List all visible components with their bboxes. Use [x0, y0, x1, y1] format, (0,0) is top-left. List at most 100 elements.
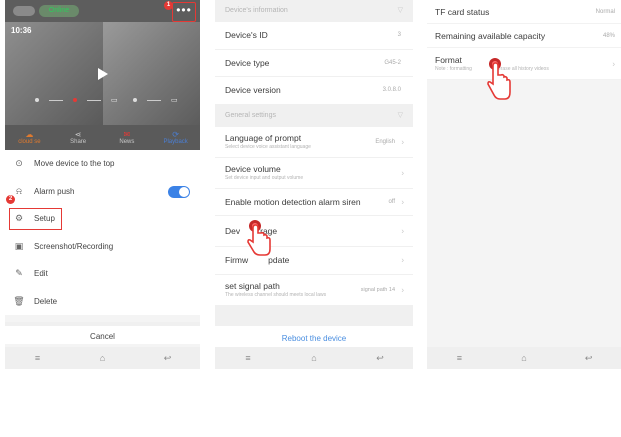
row-sublabel: Note : formatting erase all history video… [435, 66, 621, 72]
menu-item-label: Edit [34, 269, 48, 279]
label-part: Firmw [225, 255, 249, 266]
row-value: off [388, 198, 395, 205]
control-line [87, 99, 101, 101]
video-tile-left [5, 22, 103, 125]
trash-icon: 🗑 [13, 295, 25, 306]
camera-name-pill [13, 6, 35, 16]
camera-preview-area: Online ••• 1 10:36 ▭ ▭ ☁ cloud se ⋖ Shar… [5, 0, 200, 150]
control-dot-icon [35, 98, 39, 102]
home-icon[interactable]: ⌂ [514, 353, 534, 363]
menu-item-label: Delete [34, 296, 58, 306]
row-remaining-capacity: Remaining available capacity 48% [427, 24, 621, 48]
toolbar-label: Playback [163, 139, 188, 145]
row-sublabel: The wireless channel should meets local … [225, 292, 327, 298]
row-value: 48% [602, 32, 615, 39]
row-value: English [375, 138, 395, 145]
back-icon[interactable]: ↩ [158, 353, 178, 364]
screen-icon[interactable]: ▭ [171, 96, 178, 104]
system-nav-bar: ≡ ⌂ ↩ [215, 347, 413, 369]
tap-hand-icon [247, 220, 271, 256]
row-value: 3 [397, 32, 401, 39]
row-motion-detection-siren[interactable]: Enable motion detection alarm siren off … [215, 188, 413, 216]
playback-icon: ⟳ [172, 130, 179, 139]
menu-item-screenshot-recording[interactable]: ▣ Screenshot/Recording [5, 233, 200, 261]
device-menu: ⊙ Move device to the top ⍾ Alarm push ⚙ … [5, 150, 200, 315]
step-two-marker: 2 [6, 195, 15, 204]
row-signal-path[interactable]: set signal path The wireless channel sho… [215, 274, 413, 306]
toolbar-playback-button[interactable]: ⟳ Playback [151, 125, 200, 150]
label-part: Dev [225, 226, 241, 236]
chevron-right-icon: › [612, 59, 615, 68]
video-timestamp: 10:36 [11, 26, 32, 35]
row-label: Firmw pdate [225, 255, 413, 265]
menu-item-setup[interactable]: ⚙ Setup [5, 205, 200, 233]
control-line [49, 99, 63, 101]
chevron-right-icon: › [401, 168, 404, 177]
menu-icon[interactable]: ≡ [449, 353, 469, 363]
control-dot-icon [133, 98, 137, 102]
row-label: Device volume [225, 164, 281, 174]
menu-item-delete[interactable]: 🗑 Delete [5, 288, 200, 316]
menu-icon[interactable]: ≡ [238, 353, 258, 363]
toolbar-label: cloud se [18, 139, 41, 145]
row-value: Normal [595, 8, 615, 15]
news-icon: ✉ [123, 130, 131, 139]
storage-list: TF card status Normal Remaining availabl… [427, 0, 621, 80]
chevron-right-icon: › [401, 226, 404, 236]
row-label: Device's ID [225, 30, 268, 41]
more-options-button[interactable]: ••• [172, 2, 196, 22]
camera-video-feed[interactable]: 10:36 ▭ ▭ [5, 22, 200, 125]
video-tile-right [103, 22, 200, 125]
row-label: Enable motion detection alarm siren [225, 196, 361, 207]
row-value: 3.0.8.0 [382, 87, 401, 94]
row-label: TF card status [435, 6, 490, 17]
toolbar-cloud-button[interactable]: ☁ cloud se [5, 125, 54, 150]
chevron-right-icon: › [401, 197, 404, 207]
row-device-volume[interactable]: Device volume Set device input and outpu… [215, 157, 413, 189]
online-status-badge: Online [39, 5, 79, 17]
share-icon: ⋖ [74, 130, 82, 139]
setup-highlight-box [9, 208, 62, 230]
camera-toolbar: ☁ cloud se ⋖ Share ✉ News ⟳ Playback [5, 125, 200, 150]
system-nav-bar: ≡ ⌂ ↩ [5, 347, 200, 369]
chevron-right-icon: › [401, 137, 404, 146]
chevron-right-icon: › [401, 285, 404, 294]
system-nav-bar: ≡ ⌂ ↩ [427, 347, 621, 369]
play-icon[interactable] [98, 68, 108, 80]
screen-icon[interactable]: ▭ [111, 96, 118, 104]
section-title: Device's information [225, 7, 288, 14]
row-format[interactable]: Format Note : formatting erase all histor… [427, 48, 621, 80]
top-icon: ⊙ [15, 158, 23, 169]
home-icon[interactable]: ⌂ [304, 353, 324, 363]
image-icon: ▣ [14, 240, 24, 251]
toolbar-label: Share [70, 139, 87, 145]
row-language-of-prompt[interactable]: Language of prompt Select device voice a… [215, 126, 413, 158]
home-icon[interactable]: ⌂ [93, 353, 113, 363]
menu-item-alarm-push[interactable]: ⍾ Alarm push [5, 178, 200, 206]
section-header-device-info[interactable]: Device's information ▽ [215, 0, 413, 22]
cancel-button[interactable]: Cancel [5, 322, 200, 344]
control-line [147, 99, 161, 101]
tap-hand-icon [487, 58, 511, 100]
chevron-down-icon: ▽ [397, 111, 403, 119]
menu-item-edit[interactable]: ✎ Edit [5, 260, 200, 288]
menu-item-label: Alarm push [34, 186, 75, 196]
row-tf-card-status: TF card status Normal [427, 0, 621, 24]
row-sublabel: Select device voice assistant language [225, 144, 311, 150]
video-controls-right: ▭ [133, 96, 178, 104]
toolbar-label: News [119, 139, 135, 145]
menu-icon[interactable]: ≡ [28, 353, 48, 363]
back-icon[interactable]: ↩ [370, 353, 390, 364]
toolbar-news-button[interactable]: ✉ News [103, 125, 152, 150]
menu-item-move-to-top[interactable]: ⊙ Move device to the top [5, 150, 200, 178]
row-label: Remaining available capacity [435, 30, 546, 41]
alarm-push-toggle[interactable] [168, 185, 190, 198]
row-device-version: Device version 3.0.8.0 [215, 77, 413, 105]
cloud-icon: ☁ [25, 130, 34, 139]
back-icon[interactable]: ↩ [579, 353, 599, 364]
section-header-general[interactable]: General settings ▽ [215, 104, 413, 127]
chevron-down-icon: ▽ [397, 7, 403, 14]
row-sublabel: Set device input and output volume [225, 175, 304, 181]
video-controls-left: ▭ [35, 96, 118, 104]
toolbar-share-button[interactable]: ⋖ Share [54, 125, 103, 150]
